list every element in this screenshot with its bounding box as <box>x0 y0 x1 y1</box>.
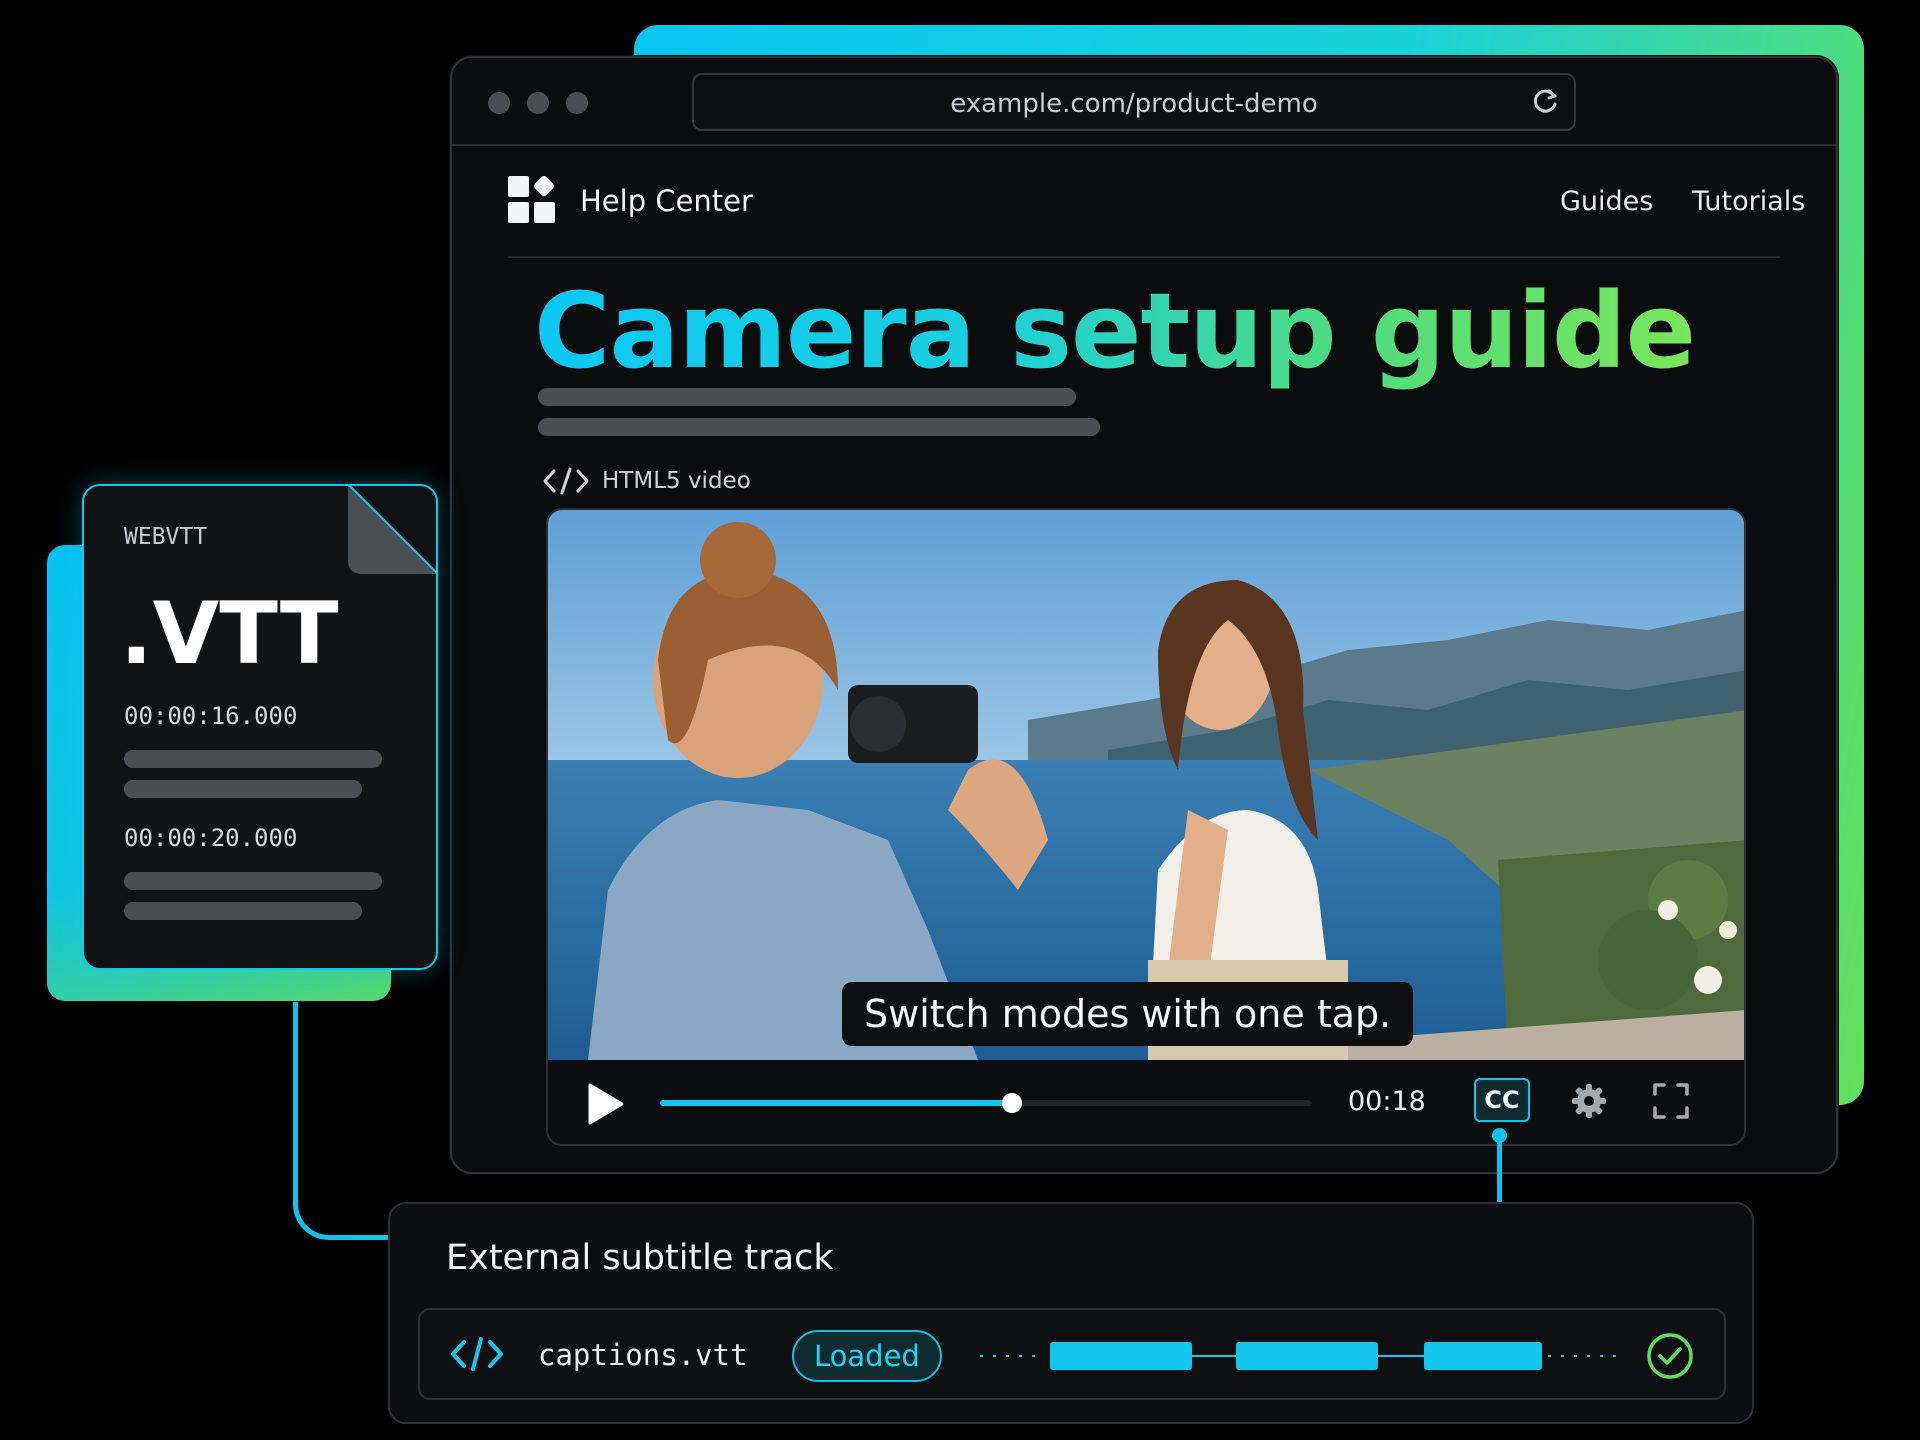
cc-button[interactable]: CC <box>1474 1078 1530 1122</box>
cue-text-placeholder <box>124 750 382 768</box>
cue-text-placeholder <box>124 902 362 920</box>
cue-text-placeholder <box>124 780 362 798</box>
video-controls: 00:18 CC <box>548 1060 1744 1144</box>
subtitle-caption: Switch modes with one tap. <box>842 982 1414 1046</box>
address-bar[interactable]: example.com/product-demo <box>692 73 1576 131</box>
code-icon <box>451 1337 503 1371</box>
caption-cue-block <box>1424 1342 1542 1370</box>
video-player[interactable]: Switch modes with one tap. 00:18 CC <box>546 508 1746 1146</box>
cue-text-placeholder <box>124 872 382 890</box>
progress-bar[interactable] <box>660 1093 1312 1113</box>
logo-icon[interactable] <box>508 176 556 224</box>
caption-cue-block <box>1050 1342 1192 1370</box>
caption-timeline <box>980 1342 1620 1370</box>
nav-link-guides[interactable]: Guides <box>1560 186 1653 217</box>
progress-fill <box>660 1100 1013 1106</box>
window-dot-close[interactable] <box>488 92 510 114</box>
url-text: example.com/product-demo <box>950 89 1318 119</box>
progress-thumb[interactable] <box>1002 1093 1023 1113</box>
current-time: 00:18 <box>1348 1086 1426 1117</box>
video-frame-image[interactable] <box>548 510 1746 1060</box>
caption-cue-block <box>1236 1342 1378 1370</box>
code-icon <box>543 467 589 495</box>
file-corner-fold <box>348 484 438 574</box>
video-label-text: HTML5 video <box>602 468 751 494</box>
site-name[interactable]: Help Center <box>580 184 753 218</box>
subtitle-track-row[interactable]: captions.vtt Loaded <box>418 1308 1726 1400</box>
file-extension: .VTT <box>120 584 339 684</box>
file-format-label: WEBVTT <box>124 524 208 550</box>
cue-timestamp: 00:00:16.000 <box>124 702 298 730</box>
reload-icon[interactable] <box>1530 87 1560 117</box>
browser-titlebar: example.com/product-demo <box>452 58 1836 146</box>
cue-timestamp: 00:00:20.000 <box>124 824 298 852</box>
window-dot-maximize[interactable] <box>566 92 588 114</box>
nav-link-tutorials[interactable]: Tutorials <box>1692 186 1805 217</box>
video-label: HTML5 video <box>542 466 751 496</box>
file-connector-line <box>293 1002 393 1240</box>
text-placeholder-line <box>538 418 1100 436</box>
subtitle-track-panel: External subtitle track captions.vtt Loa… <box>388 1202 1754 1424</box>
panel-title: External subtitle track <box>446 1238 834 1278</box>
play-icon[interactable] <box>586 1082 626 1126</box>
site-nav: Help Center Guides Tutorials <box>508 176 1805 258</box>
vtt-file-card: WEBVTT .VTT 00:00:16.000 00:00:20.000 <box>82 484 438 970</box>
window-dot-minimize[interactable] <box>527 92 549 114</box>
gear-icon[interactable] <box>1570 1082 1608 1120</box>
text-placeholder-line <box>538 388 1076 406</box>
page-title: Camera setup guide <box>534 270 1696 392</box>
subtitle-file-name: captions.vtt <box>538 1338 748 1372</box>
fullscreen-icon[interactable] <box>1652 1082 1690 1120</box>
browser-window: example.com/product-demo Help Center Gui… <box>450 56 1838 1174</box>
cc-connector-dot <box>1492 1128 1507 1143</box>
status-badge: Loaded <box>792 1330 942 1382</box>
check-icon <box>1647 1333 1693 1379</box>
